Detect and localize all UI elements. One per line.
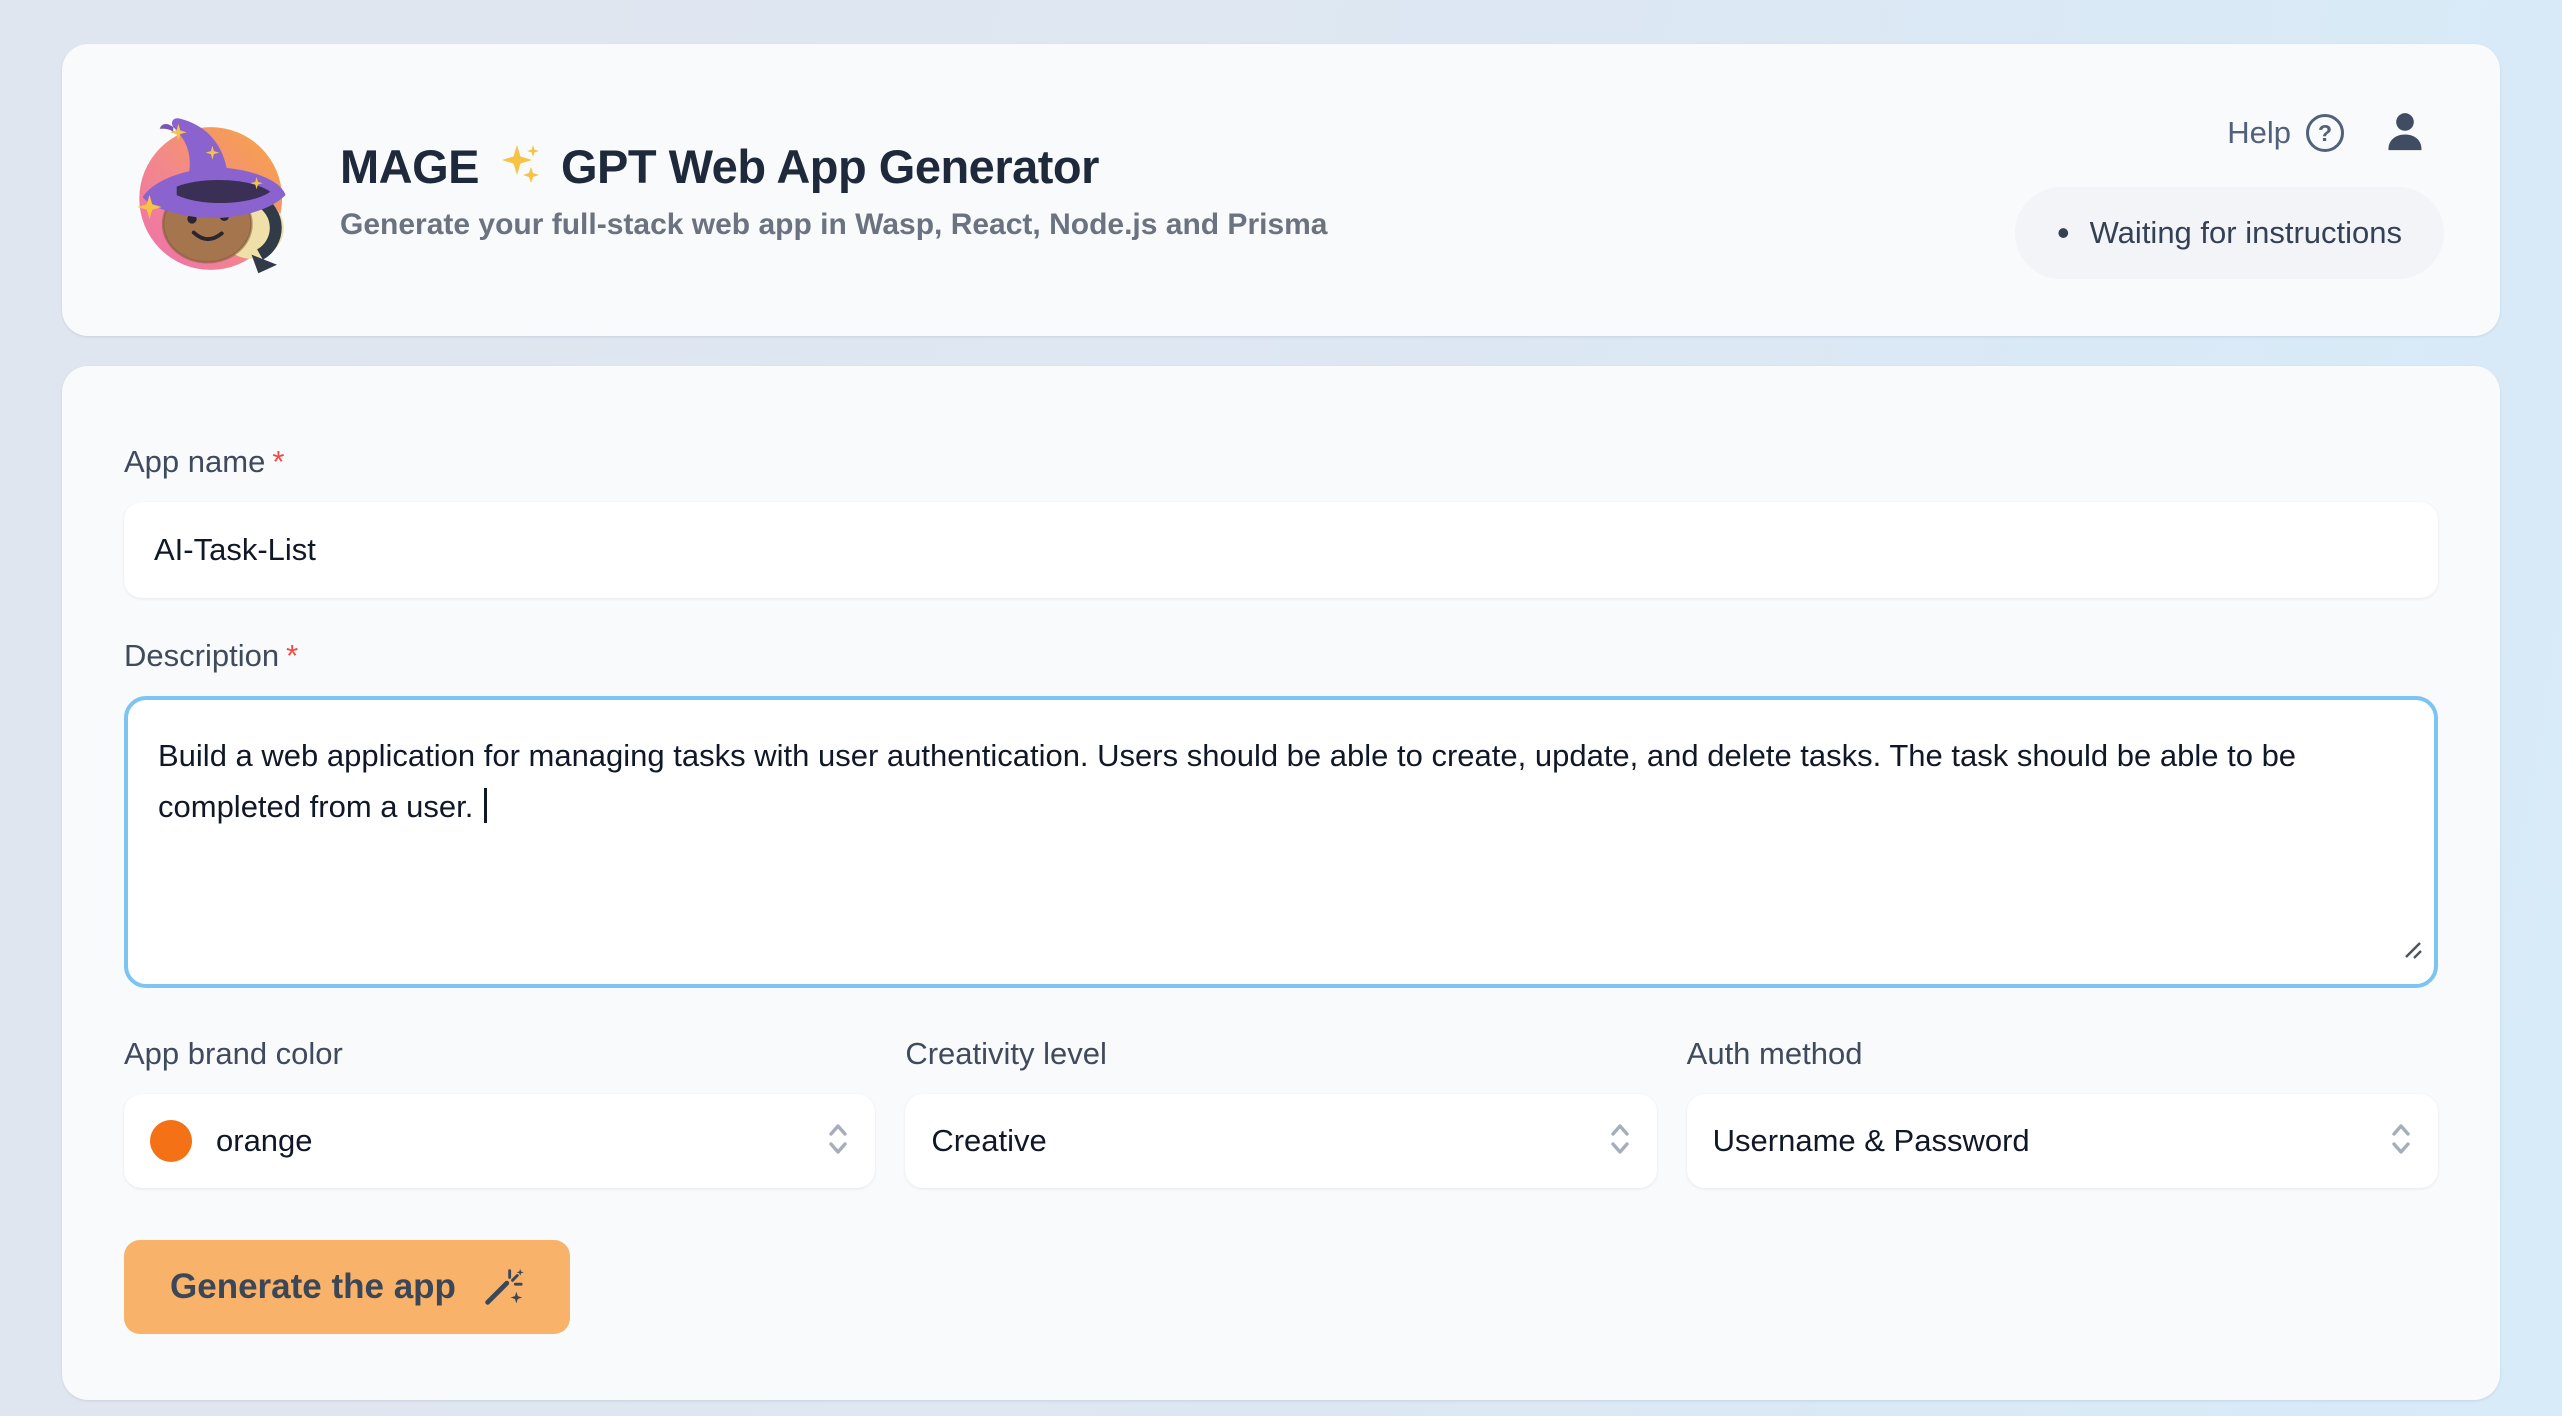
brand-color-value-wrap: orange bbox=[150, 1120, 313, 1162]
chevron-updown-icon bbox=[2390, 1120, 2412, 1163]
page-subtitle: Generate your full-stack web app in Wasp… bbox=[340, 208, 1328, 242]
sparkles-icon bbox=[497, 141, 543, 192]
auth-method-field: Auth method Username & Password bbox=[1687, 1036, 2438, 1188]
brand-color-value: orange bbox=[216, 1123, 313, 1159]
header-right: Help ? • Waiting for instructions bbox=[2015, 102, 2444, 279]
help-link[interactable]: Help ? bbox=[2227, 114, 2344, 152]
brand-color-select[interactable]: orange bbox=[124, 1094, 875, 1188]
status-badge: • Waiting for instructions bbox=[2015, 187, 2444, 279]
app-name-input[interactable] bbox=[124, 502, 2438, 598]
chevron-updown-icon bbox=[1609, 1120, 1631, 1163]
page-background: MAGE GPT Web App Generator Generate your… bbox=[0, 0, 2562, 1416]
description-label-text: Description bbox=[124, 638, 279, 673]
magic-wand-icon bbox=[480, 1265, 524, 1309]
description-text: Build a web application for managing tas… bbox=[158, 738, 2296, 824]
generate-app-button[interactable]: Generate the app bbox=[124, 1240, 570, 1334]
creativity-field: Creativity level Creative bbox=[905, 1036, 1656, 1188]
header-left: MAGE GPT Web App Generator Generate your… bbox=[124, 105, 1328, 275]
app-name-label: App name* bbox=[124, 444, 2438, 480]
creativity-label: Creativity level bbox=[905, 1036, 1656, 1072]
header-card: MAGE GPT Web App Generator Generate your… bbox=[62, 44, 2500, 336]
options-row: App brand color orange Creativity bbox=[124, 1036, 2438, 1188]
chevron-updown-icon bbox=[827, 1120, 849, 1163]
brand-color-label: App brand color bbox=[124, 1036, 875, 1072]
required-mark: * bbox=[286, 638, 298, 673]
help-row: Help ? bbox=[2227, 108, 2428, 159]
color-swatch bbox=[150, 1120, 192, 1162]
auth-method-select[interactable]: Username & Password bbox=[1687, 1094, 2438, 1188]
description-label: Description* bbox=[124, 638, 2438, 674]
page-title: MAGE GPT Web App Generator bbox=[340, 139, 1328, 194]
creativity-value: Creative bbox=[931, 1123, 1046, 1159]
description-textarea[interactable]: Build a web application for managing tas… bbox=[124, 696, 2438, 988]
resize-handle-icon[interactable] bbox=[2402, 925, 2424, 976]
help-label: Help bbox=[2227, 115, 2291, 151]
title-right: GPT Web App Generator bbox=[561, 139, 1099, 194]
question-circle-icon: ? bbox=[2306, 114, 2344, 152]
auth-method-label: Auth method bbox=[1687, 1036, 2438, 1072]
auth-method-value: Username & Password bbox=[1713, 1123, 2030, 1159]
app-name-label-text: App name bbox=[124, 444, 265, 479]
generate-app-label: Generate the app bbox=[170, 1267, 456, 1307]
brand-color-field: App brand color orange bbox=[124, 1036, 875, 1188]
user-icon[interactable] bbox=[2382, 108, 2428, 159]
text-cursor bbox=[484, 788, 487, 823]
header-titles: MAGE GPT Web App Generator Generate your… bbox=[340, 139, 1328, 242]
mage-bee-wizard-logo bbox=[124, 105, 294, 275]
title-left: MAGE bbox=[340, 139, 479, 194]
creativity-select[interactable]: Creative bbox=[905, 1094, 1656, 1188]
status-dot: • bbox=[2057, 215, 2070, 251]
generator-form-card: App name* Description* Build a web appli… bbox=[62, 366, 2500, 1400]
status-label: Waiting for instructions bbox=[2090, 215, 2402, 251]
required-mark: * bbox=[272, 444, 284, 479]
